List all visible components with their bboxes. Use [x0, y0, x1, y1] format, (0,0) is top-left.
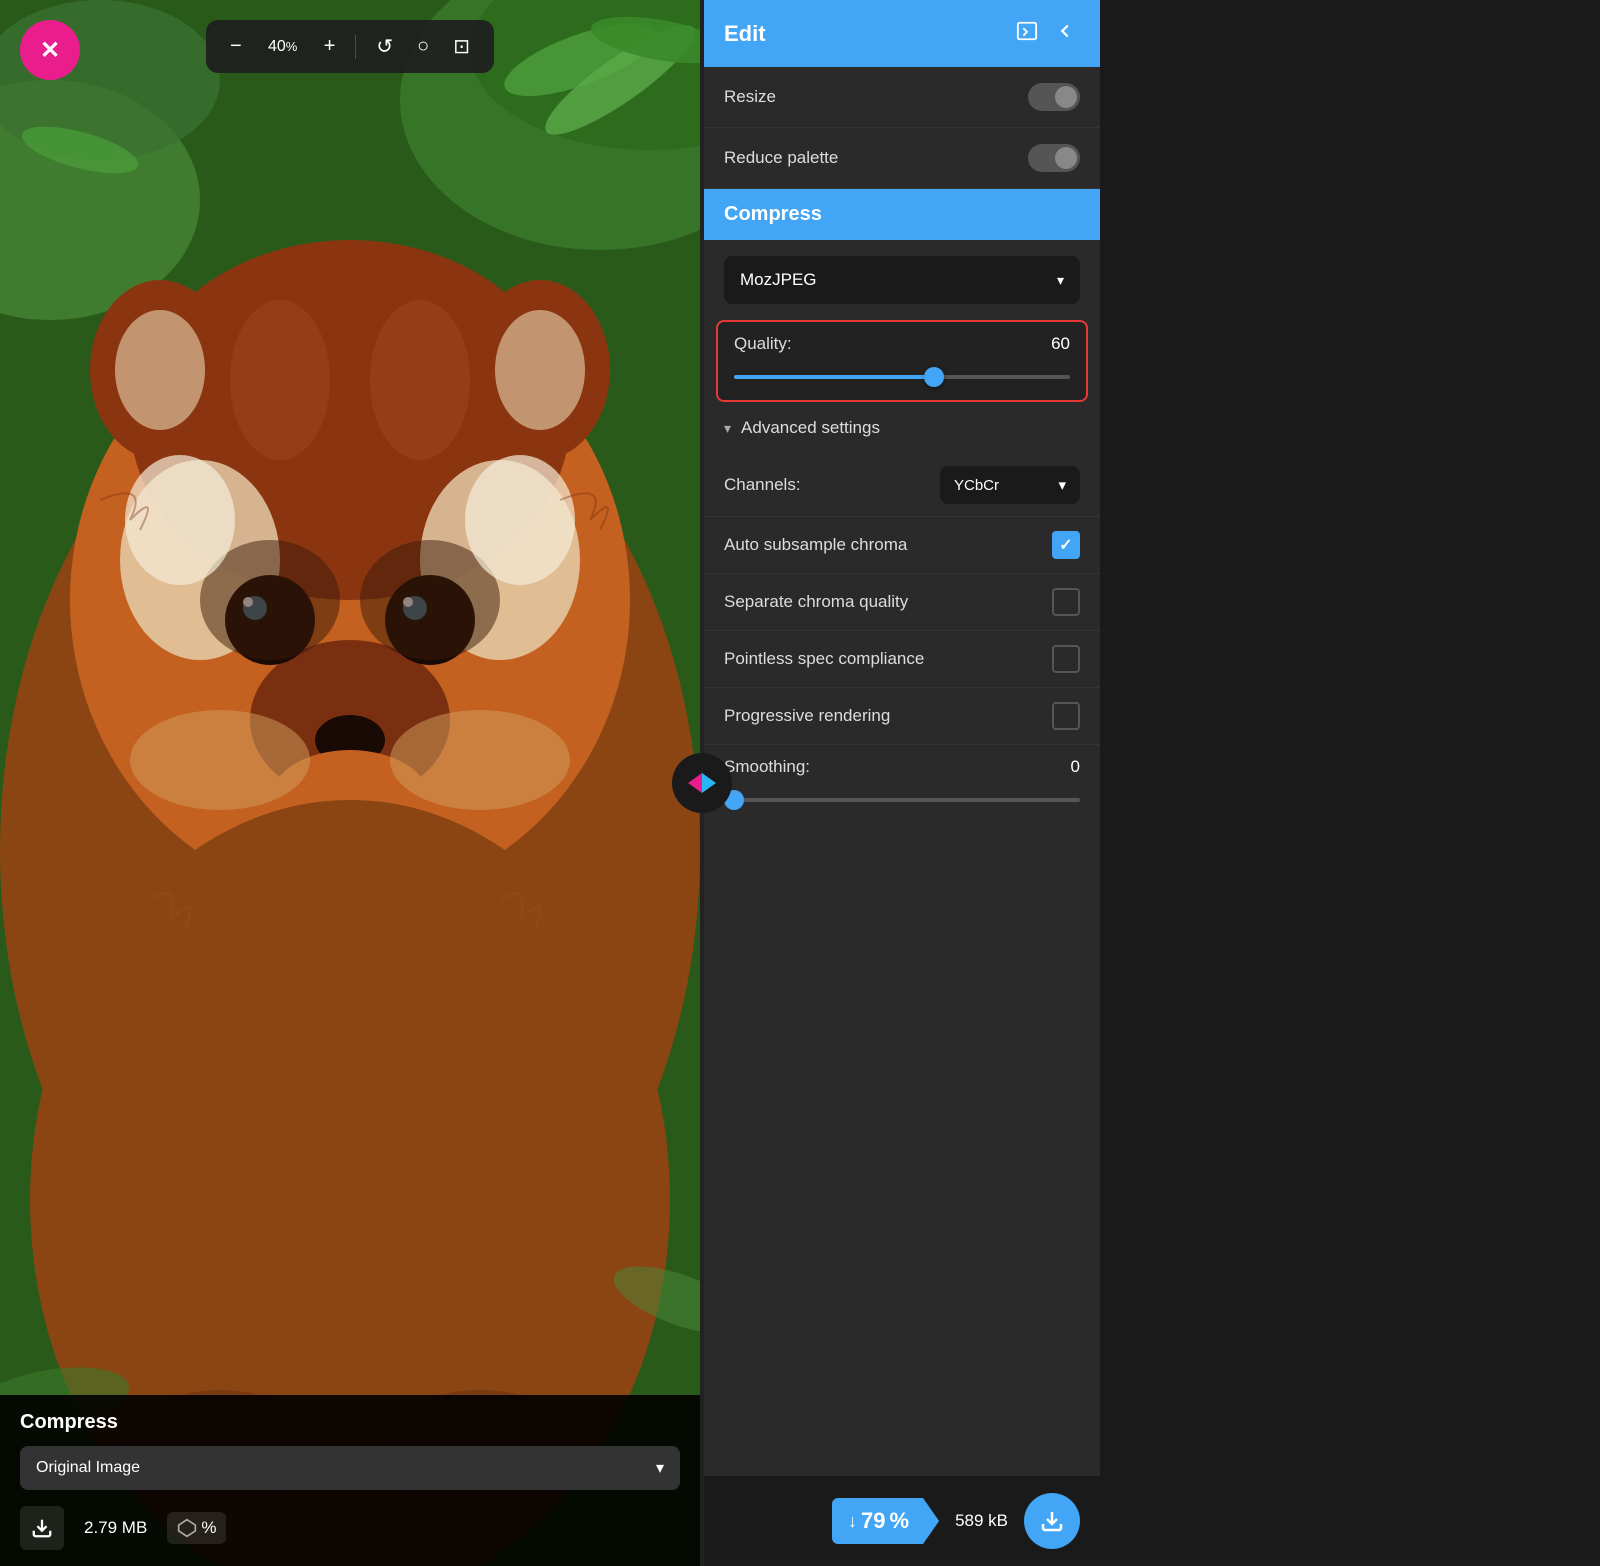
rotate-button[interactable]: ↺	[368, 30, 401, 63]
edit-header: Edit	[704, 0, 1100, 67]
split-circle[interactable]	[672, 753, 732, 813]
code-icon-button[interactable]	[1012, 16, 1042, 51]
reduce-palette-row: Reduce palette	[704, 128, 1100, 189]
savings-percent-badge: ↓ 79 %	[832, 1498, 939, 1544]
quality-slider[interactable]	[734, 375, 1070, 379]
down-arrow-icon: ↓	[848, 1511, 857, 1532]
resize-label: Resize	[724, 87, 776, 107]
bottom-stats: 2.79 MB %	[20, 1506, 680, 1550]
advanced-chevron-icon: ▾	[724, 420, 731, 437]
panel-spacer	[704, 819, 1100, 1476]
smoothing-row: Smoothing: 0	[724, 757, 1080, 777]
smoothing-slider[interactable]	[724, 798, 1080, 802]
toolbar-divider	[355, 35, 356, 59]
split-handle	[700, 0, 704, 1566]
bottom-download-icon[interactable]	[20, 1506, 64, 1550]
savings-hex-icon	[177, 1518, 197, 1538]
smoothing-value: 0	[1071, 757, 1080, 777]
top-toolbar: − 40% + ↺ ○ ⊡	[206, 20, 494, 73]
right-panel: Edit Resize	[704, 0, 1100, 1566]
close-button[interactable]: ✕	[20, 20, 80, 80]
reduce-palette-label: Reduce palette	[724, 148, 838, 168]
smoothing-section: Smoothing: 0	[704, 745, 1100, 819]
channels-chevron-icon: ▾	[1058, 476, 1066, 494]
separate-chroma-checkbox[interactable]	[1052, 588, 1080, 616]
progressive-rendering-label: Progressive rendering	[724, 706, 890, 726]
compress-section-header: Compress	[704, 189, 1100, 240]
resize-row: Resize	[704, 67, 1100, 128]
bottom-overlay-left: Compress Original Image ▾ 2.79 MB %	[0, 1395, 700, 1566]
quality-value: 60	[1051, 334, 1070, 354]
separate-chroma-row: Separate chroma quality	[704, 574, 1100, 631]
codec-dropdown[interactable]: MozJPEG ▾	[724, 256, 1080, 304]
download-icon-left	[31, 1517, 53, 1539]
crop-button[interactable]: ⊡	[445, 30, 478, 63]
edit-title: Edit	[724, 21, 766, 47]
edit-header-icons	[1012, 16, 1080, 51]
savings-percent-sign: %	[890, 1508, 910, 1534]
original-image-label: Original Image	[36, 1459, 140, 1477]
original-image-dropdown[interactable]: Original Image ▾	[20, 1446, 680, 1490]
advanced-settings-toggle[interactable]: ▾ Advanced settings	[704, 402, 1100, 454]
separate-chroma-label: Separate chroma quality	[724, 592, 908, 612]
smoothing-label: Smoothing:	[724, 757, 810, 777]
original-file-size: 2.79 MB	[84, 1518, 147, 1538]
flip-button[interactable]: ○	[409, 31, 437, 62]
original-dropdown-chevron-icon: ▾	[656, 1458, 664, 1478]
zoom-out-button[interactable]: −	[222, 31, 250, 62]
image-area	[0, 0, 700, 1566]
bottom-bar-right: ↓ 79 % 589 kB	[704, 1476, 1100, 1566]
zoom-in-button[interactable]: +	[316, 31, 344, 62]
zero-savings-badge: %	[167, 1512, 226, 1544]
auto-subsample-label: Auto subsample chroma	[724, 535, 907, 555]
progressive-rendering-row: Progressive rendering	[704, 688, 1100, 745]
progressive-rendering-checkbox[interactable]	[1052, 702, 1080, 730]
resize-toggle[interactable]	[1028, 83, 1080, 111]
arrow-right-icon	[702, 773, 716, 793]
checkmark-icon: ✓	[1059, 535, 1072, 555]
auto-subsample-checkbox[interactable]: ✓	[1052, 531, 1080, 559]
zoom-value: 40%	[258, 38, 308, 56]
arrow-left-icon	[688, 773, 702, 793]
compressed-size-text: 589 kB	[955, 1511, 1008, 1531]
pointless-spec-checkbox[interactable]	[1052, 645, 1080, 673]
quality-section: Quality: 60	[716, 320, 1088, 402]
chevron-left-icon-button[interactable]	[1050, 16, 1080, 51]
quality-row: Quality: 60	[734, 334, 1070, 354]
codec-chevron-icon: ▾	[1057, 272, 1064, 289]
auto-subsample-row: Auto subsample chroma ✓	[704, 517, 1100, 574]
download-button-right[interactable]	[1024, 1493, 1080, 1549]
savings-percent-value: 79	[861, 1508, 885, 1534]
channels-row: Channels: YCbCr ▾	[704, 454, 1100, 517]
download-icon-right	[1040, 1509, 1064, 1533]
zero-percent-text: %	[201, 1518, 216, 1538]
quality-label: Quality:	[734, 334, 792, 354]
channels-value: YCbCr	[954, 477, 999, 494]
pointless-spec-label: Pointless spec compliance	[724, 649, 924, 669]
split-arrows	[688, 773, 716, 793]
codec-value: MozJPEG	[740, 270, 817, 290]
channels-dropdown[interactable]: YCbCr ▾	[940, 466, 1080, 504]
compress-section-title: Compress	[724, 203, 822, 225]
bottom-compress-label: Compress	[20, 1411, 680, 1434]
advanced-settings-label: Advanced settings	[741, 418, 880, 438]
pointless-spec-row: Pointless spec compliance	[704, 631, 1100, 688]
channels-label: Channels:	[724, 475, 801, 495]
reduce-palette-toggle[interactable]	[1028, 144, 1080, 172]
